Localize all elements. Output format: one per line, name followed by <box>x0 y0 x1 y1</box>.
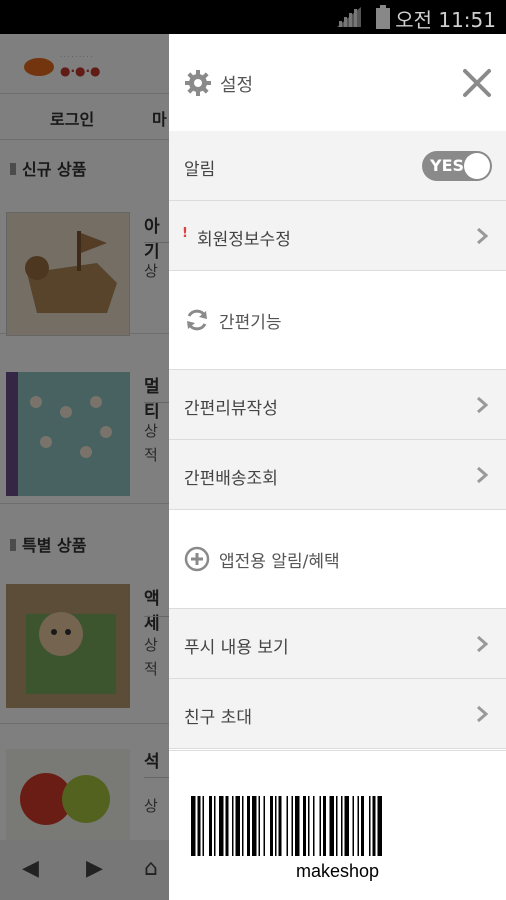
drawer-header: 설정 <box>169 34 506 131</box>
push-view-label: 푸시 내용 보기 <box>184 638 289 658</box>
barcode-area: makeshop <box>169 750 506 900</box>
settings-drawer: 설정 알림 YES ! 회원정보수정 간편기능 간편리뷰작성 간편배송조회 앱전… <box>169 34 506 900</box>
battery-icon <box>376 5 390 29</box>
status-bar: 오전 11:51 <box>0 0 506 34</box>
notice-icon: ! <box>182 226 188 241</box>
chevron-right-icon <box>477 705 488 723</box>
invite-friend-label: 친구 초대 <box>184 708 252 728</box>
signal-icon <box>337 7 361 27</box>
quick-review-row[interactable]: 간편리뷰작성 <box>169 370 506 440</box>
gear-icon <box>185 70 211 96</box>
toggle-knob <box>464 153 490 179</box>
chevron-right-icon <box>477 466 488 484</box>
app-benefits-label: 앱전용 알림/혜택 <box>219 552 340 572</box>
status-time: 오전 11:51 <box>395 8 496 32</box>
quick-shipping-row[interactable]: 간편배송조회 <box>169 440 506 510</box>
chevron-right-icon <box>477 396 488 414</box>
quick-review-label: 간편리뷰작성 <box>184 399 278 419</box>
barcode-text: makeshop <box>295 861 380 881</box>
notification-toggle[interactable]: YES <box>422 151 492 181</box>
invite-friend-row[interactable]: 친구 초대 <box>169 679 506 749</box>
notification-row[interactable]: 알림 YES <box>169 131 506 201</box>
refresh-icon <box>187 309 207 331</box>
toggle-label: YES <box>430 156 465 175</box>
chevron-right-icon <box>477 635 488 653</box>
plus-circle-icon <box>184 546 210 572</box>
app-benefits-section: 앱전용 알림/혜택 <box>169 510 506 609</box>
chevron-right-icon <box>477 227 488 245</box>
push-view-row[interactable]: 푸시 내용 보기 <box>169 609 506 679</box>
notification-label: 알림 <box>184 160 216 180</box>
edit-profile-row[interactable]: ! 회원정보수정 <box>169 201 506 271</box>
drawer-title: 설정 <box>220 75 254 96</box>
quick-functions-label: 간편기능 <box>219 313 282 333</box>
quick-shipping-label: 간편배송조회 <box>184 469 278 489</box>
edit-profile-label: 회원정보수정 <box>197 230 291 250</box>
quick-functions-section: 간편기능 <box>169 271 506 370</box>
close-icon[interactable] <box>462 68 492 98</box>
barcode-image <box>191 796 382 856</box>
